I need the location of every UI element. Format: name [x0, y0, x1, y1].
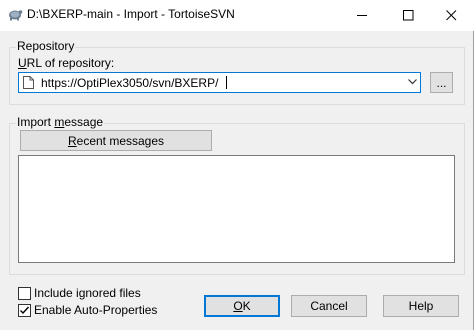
url-label-accelerator: U: [18, 56, 27, 70]
auto-properties-checkbox[interactable]: [18, 303, 31, 317]
include-ignored-option[interactable]: Include ignored files: [18, 286, 141, 300]
url-combobox[interactable]: https://OptiPlex3050/svn/BXERP/: [18, 72, 421, 93]
import-dialog: D:\BXERP-main - Import - TortoiseSVN Rep…: [0, 0, 474, 330]
url-value: https://OptiPlex3050/svn/BXERP/: [41, 76, 219, 90]
url-label-text: RL of repository:: [26, 56, 115, 70]
help-button[interactable]: Help: [383, 295, 459, 317]
repository-group-label: Repository: [16, 39, 76, 53]
minimize-icon: [356, 14, 367, 16]
ok-label: K: [242, 299, 251, 313]
url-label: URL of repository:: [18, 56, 114, 70]
recent-messages-accelerator: R: [67, 133, 77, 148]
maximize-button[interactable]: [385, 0, 431, 30]
tortoisesvn-app-icon: [9, 10, 23, 21]
ok-button[interactable]: OK: [204, 295, 280, 317]
import-message-textarea[interactable]: [18, 155, 455, 263]
chevron-down-icon[interactable]: [408, 79, 417, 85]
checkmark-icon: [20, 306, 30, 314]
import-message-label-rest: essage: [64, 115, 104, 129]
maximize-icon: [402, 9, 413, 20]
title-bar: D:\BXERP-main - Import - TortoiseSVN: [0, 0, 474, 31]
recent-messages-button[interactable]: Recent messages: [20, 130, 212, 151]
close-icon: [445, 9, 456, 20]
ok-accelerator: O: [233, 299, 243, 313]
auto-properties-option[interactable]: Enable Auto-Properties: [18, 303, 157, 317]
text-cursor: [226, 76, 227, 89]
close-button[interactable]: [428, 0, 474, 30]
auto-properties-label: Enable Auto-Properties: [34, 303, 158, 317]
import-message-label-accelerator: m: [54, 115, 65, 129]
include-ignored-checkbox[interactable]: [18, 286, 31, 300]
import-message-label-prefix: Import: [17, 115, 55, 129]
include-ignored-label: Include ignored files: [34, 286, 141, 300]
import-message-group-label: Import message: [16, 115, 105, 129]
cancel-button[interactable]: Cancel: [291, 295, 367, 317]
recent-messages-label: ecent messages: [76, 133, 165, 148]
document-icon: [23, 76, 34, 89]
minimize-button[interactable]: [339, 0, 385, 30]
window-title: D:\BXERP-main - Import - TortoiseSVN: [27, 7, 235, 21]
browse-button[interactable]: ...: [430, 72, 453, 93]
